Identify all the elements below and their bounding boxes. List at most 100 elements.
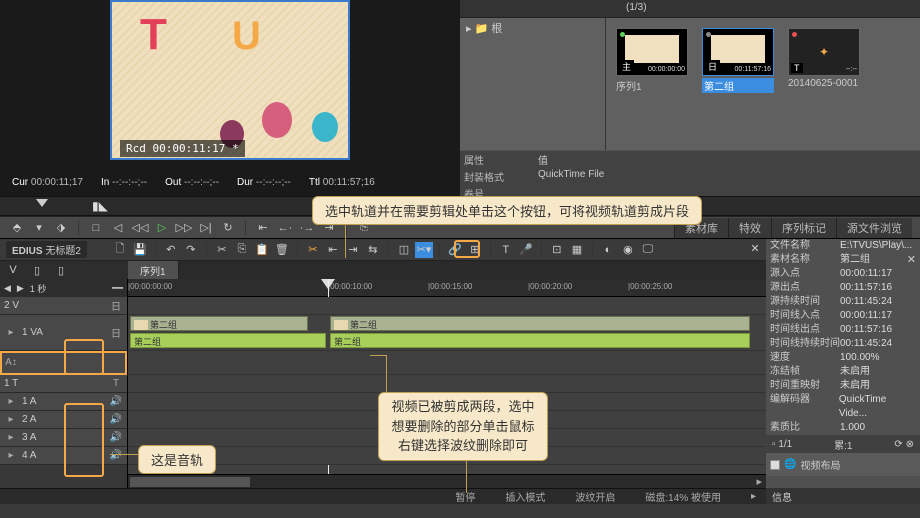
preview-monitor[interactable]: T U xyxy=(110,0,350,160)
lock-icon[interactable]: V xyxy=(4,262,22,278)
asset-panel: (1/3) ▸ 📁 根 主 00:00:00:00 序列1 xyxy=(460,0,920,196)
checkbox-icon[interactable] xyxy=(770,460,780,470)
asset-thumb[interactable]: ✦ T --:-- 20140625-0001 xyxy=(788,28,860,89)
title-icon[interactable]: T xyxy=(497,242,515,258)
video-icon[interactable]: 日 xyxy=(109,298,123,313)
ripple-icon[interactable]: ⇆ xyxy=(364,242,382,258)
app-title: EDIUS xyxy=(12,246,43,257)
scale-label: 1 秒 xyxy=(30,282,47,295)
speaker-icon[interactable]: 🔊 xyxy=(109,414,123,425)
track-header[interactable]: ▸4 A 🔊 xyxy=(0,447,127,465)
audio-toggle-icon[interactable]: ▯ xyxy=(52,262,70,278)
timeline-scrollbar[interactable]: ▸ xyxy=(128,474,766,488)
link-icon[interactable]: 🔗 xyxy=(446,242,464,258)
timeline-scale[interactable]: ◀ ▶ 1 秒 ━━ xyxy=(0,279,127,297)
track-row[interactable] xyxy=(128,297,766,315)
track-header[interactable]: ▸2 A 🔊 xyxy=(0,411,127,429)
video-toggle-icon[interactable]: ▯ xyxy=(28,262,46,278)
asset-thumb[interactable]: 主 00:00:00:00 序列1 xyxy=(616,28,688,93)
track-header[interactable]: ▸1 A 🔊 xyxy=(0,393,127,411)
status-insert-mode: 插入模式 xyxy=(505,489,545,504)
rewind-icon[interactable]: ◁◁ xyxy=(131,220,149,236)
render-icon[interactable]: ◉ xyxy=(619,242,637,258)
delete-icon[interactable]: 🗑 xyxy=(273,242,291,258)
copy-icon[interactable]: ⎘ xyxy=(233,242,251,258)
trim-in-icon[interactable]: ⇤ xyxy=(324,242,342,258)
project-name: 无标题2 xyxy=(45,246,81,257)
track-header[interactable]: 2 V 日 xyxy=(0,297,127,315)
next-frame-icon[interactable]: ▷| xyxy=(197,220,215,236)
info-panel: ✕ 文件名称E:\TVUS\Play\... 素材名称第二组 源入点00:00:… xyxy=(766,239,920,504)
loop-icon[interactable]: ↻ xyxy=(219,220,237,236)
asset-tree-root[interactable]: ▸ 📁 根 xyxy=(460,18,605,38)
chevron-left-icon[interactable]: ◀ xyxy=(4,283,11,294)
clip[interactable]: 第二组 xyxy=(130,333,326,348)
razor-icon[interactable]: ✂ xyxy=(304,242,322,258)
speaker-icon[interactable]: 🔊 xyxy=(109,432,123,443)
toggle-icon[interactable]: ◐ xyxy=(599,242,617,258)
close-icon[interactable]: ✕ xyxy=(748,242,762,256)
set-out-icon[interactable]: ⬗ xyxy=(52,220,70,236)
save-icon[interactable]: 💾 xyxy=(131,242,149,258)
new-icon[interactable]: 🗋 xyxy=(111,242,129,258)
close-small-icon[interactable]: ⊗ xyxy=(906,439,914,450)
fast-forward-icon[interactable]: ▷▷ xyxy=(175,220,193,236)
tab-source-browser[interactable]: 源文件浏览 xyxy=(836,218,912,238)
monitor-icon[interactable]: 🖵 xyxy=(639,242,657,258)
play-icon[interactable]: ▷ xyxy=(153,220,171,236)
sync-icon[interactable]: ▸ xyxy=(4,327,18,338)
track-row[interactable] xyxy=(128,375,766,393)
properties-table: 属性值 封装格式QuickTime File 卷号 xyxy=(460,150,920,196)
goto-in-icon[interactable]: ⇤ xyxy=(254,220,272,236)
stop-icon[interactable]: □ xyxy=(87,220,105,236)
chevron-right-icon[interactable]: ▶ xyxy=(17,283,24,294)
track-header[interactable]: A↕ xyxy=(0,351,127,375)
asset-thumb[interactable]: 日 00:11:57:16 第二组 xyxy=(702,28,774,93)
goto-prev-icon[interactable]: ←· xyxy=(276,220,294,236)
paste-icon[interactable]: 📋 xyxy=(253,242,271,258)
refresh-icon[interactable]: ⟳ xyxy=(894,439,902,450)
marker-icon[interactable]: ▾ xyxy=(30,220,48,236)
video-audio-icon[interactable]: 日 xyxy=(109,325,123,340)
track-header[interactable]: ▸ 1 VA 日 xyxy=(0,315,127,351)
annotation-callout: 这是音轨 xyxy=(138,445,216,474)
track-header[interactable]: 1 T T xyxy=(0,375,127,393)
prev-frame-icon[interactable]: ◁ xyxy=(109,220,127,236)
transition-icon[interactable]: ◫ xyxy=(395,242,413,258)
playhead-marker-icon[interactable]: ▮◣ xyxy=(92,199,108,213)
clip-info-table: 文件名称E:\TVUS\Play\... 素材名称第二组 源入点00:00:11… xyxy=(766,239,920,435)
asset-tree[interactable]: ▸ 📁 根 xyxy=(460,18,606,150)
status-disk: 磁盘:14% 被使用 xyxy=(645,489,721,504)
clip[interactable]: 第二组 xyxy=(330,333,750,348)
close-icon[interactable]: ✕ xyxy=(907,253,916,266)
cut-point-button[interactable]: ✂▾ xyxy=(415,242,433,258)
track-header[interactable]: ▸3 A 🔊 xyxy=(0,429,127,447)
clip[interactable]: 第二组 xyxy=(130,316,308,331)
track-row[interactable]: 第二组 第二组 第二组 第二组 xyxy=(128,315,766,351)
tab-markers[interactable]: 序列标记 xyxy=(771,218,836,238)
asset-label: 第二组 xyxy=(702,78,774,93)
video-layout-row[interactable]: 🌐 视频布局 xyxy=(766,453,920,476)
voiceover-icon[interactable]: 🎤 xyxy=(517,242,535,258)
info-pager[interactable]: ▫ 1/1 累:1 ⟳ ⊗ xyxy=(766,435,920,453)
speaker-icon[interactable]: 🔊 xyxy=(109,450,123,461)
asset-label: 序列1 xyxy=(616,78,688,93)
trim-out-icon[interactable]: ⇥ xyxy=(344,242,362,258)
in-flag-icon[interactable] xyxy=(36,199,48,207)
speaker-icon[interactable]: 🔊 xyxy=(109,396,123,407)
track-row[interactable] xyxy=(128,351,766,375)
sequence-tab[interactable]: 序列1 xyxy=(128,261,179,279)
preview-panel: T U Rcd 00:00:11:17 * Cur 00:00:11;17 In… xyxy=(0,0,460,196)
timeline-ruler[interactable]: |00:00:00:00 |00:00:10:00 |00:00:15:00 |… xyxy=(128,279,766,297)
cut-icon[interactable]: ✂ xyxy=(213,242,231,258)
title-track-icon[interactable]: T xyxy=(109,378,123,389)
undo-icon[interactable]: ↶ xyxy=(162,242,180,258)
set-in-icon[interactable]: ⬘ xyxy=(8,220,26,236)
redo-icon[interactable]: ↷ xyxy=(182,242,200,258)
chevron-right-icon[interactable]: ▸ xyxy=(751,491,756,502)
layout-icon[interactable]: ⊡ xyxy=(548,242,566,258)
multicam-icon[interactable]: ▦ xyxy=(568,242,586,258)
clip[interactable]: 第二组 xyxy=(330,316,750,331)
tab-effects[interactable]: 特效 xyxy=(728,218,771,238)
group-icon[interactable]: ⊞ xyxy=(466,242,484,258)
